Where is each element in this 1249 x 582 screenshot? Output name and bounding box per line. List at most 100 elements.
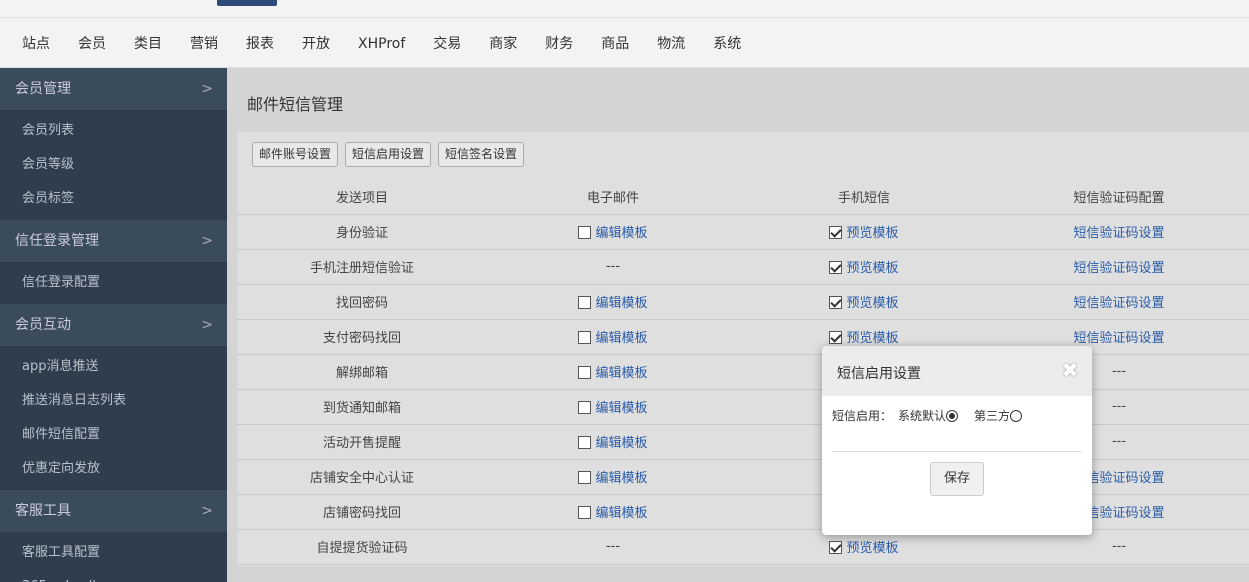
- save-button[interactable]: 保存: [930, 462, 984, 496]
- edit-template-link[interactable]: 编辑模板: [595, 401, 647, 416]
- sidebar-group[interactable]: 信任登录管理 >: [0, 220, 227, 262]
- nav-item[interactable]: 物流: [643, 30, 699, 58]
- sms-checkbox[interactable]: [829, 541, 843, 554]
- toolbar-button[interactable]: 短信启用设置: [345, 142, 432, 167]
- send-item-cell: 自提提货验证码: [237, 529, 487, 565]
- top-header: 站点 会员 类目 营销 报表 开放 XHProf 交易 商家 财务 商品 物流 系统: [0, 0, 1249, 68]
- sms-checkbox[interactable]: [829, 296, 843, 309]
- edit-template-link[interactable]: 编辑模板: [595, 436, 647, 451]
- sidebar-group-label: 信任登录管理: [15, 233, 99, 249]
- sms-cell: 预览模板: [739, 249, 989, 285]
- send-item-cell: 找回密码: [237, 284, 487, 320]
- nav-item[interactable]: 报表: [232, 30, 288, 58]
- sidebar-group[interactable]: 客服工具 >: [0, 490, 227, 532]
- sms-code-settings-link[interactable]: 短信验证码设置: [1073, 296, 1164, 311]
- sidebar-item[interactable]: 客服工具配置: [0, 536, 227, 570]
- preview-template-link[interactable]: 预览模板: [846, 261, 898, 276]
- preview-template-link[interactable]: 预览模板: [846, 226, 898, 241]
- edit-template-link[interactable]: 编辑模板: [595, 506, 647, 521]
- send-item-cell: 店铺安全中心认证: [237, 459, 487, 495]
- toolbar-button[interactable]: 邮件账号设置: [252, 142, 339, 167]
- dialog-header: 短信启用设置 ✖: [822, 346, 1092, 396]
- nav-item[interactable]: XHProf: [344, 30, 419, 58]
- nav-item[interactable]: 商家: [475, 30, 531, 58]
- preview-template-link[interactable]: 预览模板: [846, 541, 898, 556]
- sidebar-group-label: 会员互动: [15, 317, 71, 333]
- chevron-right-icon: >: [201, 317, 213, 333]
- code-config-cell: 短信验证码设置: [989, 284, 1249, 320]
- radio-third-party[interactable]: [1010, 409, 1023, 422]
- table-row: 支付密码找回 编辑模板 预览模板 短信验证码设置: [237, 319, 1249, 355]
- email-checkbox[interactable]: [578, 226, 592, 239]
- content-panel: 邮件账号设置 短信启用设置 短信签名设置 发送项目 电子邮件 手机短信 短信验证码配…: [237, 132, 1249, 566]
- sms-checkbox[interactable]: [829, 331, 843, 344]
- sidebar-item[interactable]: 优惠定向发放: [0, 452, 227, 486]
- email-cell: 编辑模板: [487, 389, 739, 425]
- sms-checkbox[interactable]: [829, 226, 843, 239]
- toolbar-button[interactable]: 短信签名设置: [438, 142, 525, 167]
- preview-template-link[interactable]: 预览模板: [846, 331, 898, 346]
- send-item-cell: 手机注册短信验证: [237, 249, 487, 285]
- nav-item[interactable]: 类目: [120, 30, 176, 58]
- edit-template-link[interactable]: 编辑模板: [595, 471, 647, 486]
- email-cell: 编辑模板: [487, 284, 739, 320]
- table-row: 店铺密码找回 编辑模板 短信验证码设置: [237, 494, 1249, 530]
- nav-item[interactable]: 商品: [587, 30, 643, 58]
- sidebar-item[interactable]: 会员列表: [0, 114, 227, 148]
- nav-item[interactable]: 交易: [419, 30, 475, 58]
- sidebar-group[interactable]: 会员互动 >: [0, 304, 227, 346]
- sidebar-item[interactable]: 邮件短信配置: [0, 418, 227, 452]
- radio-system-default[interactable]: [946, 409, 959, 422]
- email-checkbox[interactable]: [578, 471, 592, 484]
- send-item-cell: 解绑邮箱: [237, 354, 487, 390]
- nav-item[interactable]: 系统: [699, 30, 755, 58]
- option-third-party-label: 第三方: [974, 409, 1011, 423]
- email-cell: 编辑模板: [487, 214, 739, 250]
- sms-code-settings-link[interactable]: 短信验证码设置: [1073, 261, 1164, 276]
- dialog-title: 短信启用设置: [837, 366, 921, 382]
- send-item-cell: 身份验证: [237, 214, 487, 250]
- email-checkbox[interactable]: [578, 366, 592, 379]
- sidebar-item[interactable]: 推送消息日志列表: [0, 384, 227, 418]
- nav-item[interactable]: 财务: [531, 30, 587, 58]
- code-config-cell: 短信验证码设置: [989, 249, 1249, 285]
- nav-item[interactable]: 开放: [288, 30, 344, 58]
- email-cell: ---: [487, 529, 739, 565]
- empty-value: ---: [1111, 364, 1127, 379]
- column-header: 电子邮件: [487, 179, 739, 215]
- sms-code-settings-link[interactable]: 短信验证码设置: [1073, 331, 1164, 346]
- email-checkbox[interactable]: [578, 436, 592, 449]
- empty-value: ---: [605, 539, 621, 554]
- sidebar-item[interactable]: 信任登录配置: [0, 266, 227, 300]
- sms-checkbox[interactable]: [829, 261, 843, 274]
- email-cell: 编辑模板: [487, 494, 739, 530]
- sms-code-settings-link[interactable]: 短信验证码设置: [1073, 226, 1164, 241]
- table-row: 自提提货验证码 --- 预览模板 ---: [237, 529, 1249, 565]
- settings-table: 发送项目 电子邮件 手机短信 短信验证码配置 身份验证 编辑模板 预览模板 短信验证码…: [237, 179, 1249, 565]
- nav-item[interactable]: 会员: [64, 30, 120, 58]
- preview-template-link[interactable]: 预览模板: [846, 296, 898, 311]
- nav-item[interactable]: 站点: [8, 30, 64, 58]
- sidebar: 会员管理 > 会员列表 会员等级 会员标签 信任登录管理 > 信任登录配置 会员互动 > app消息…: [0, 68, 227, 582]
- sidebar-item[interactable]: 会员标签: [0, 182, 227, 216]
- sms-cell: 预览模板: [739, 214, 989, 250]
- email-checkbox[interactable]: [578, 331, 592, 344]
- sms-enable-dialog: 短信启用设置 ✖ 短信启用： 系统默认 第三方 保存: [822, 346, 1092, 535]
- email-checkbox[interactable]: [578, 506, 592, 519]
- edit-template-link[interactable]: 编辑模板: [595, 226, 647, 241]
- sidebar-item[interactable]: 会员等级: [0, 148, 227, 182]
- email-checkbox[interactable]: [578, 296, 592, 309]
- sidebar-group[interactable]: 会员管理 >: [0, 68, 227, 110]
- edit-template-link[interactable]: 编辑模板: [595, 331, 647, 346]
- edit-template-link[interactable]: 编辑模板: [595, 296, 647, 311]
- edit-template-link[interactable]: 编辑模板: [595, 366, 647, 381]
- close-icon[interactable]: ✖: [1060, 360, 1080, 380]
- nav-item[interactable]: 营销: [176, 30, 232, 58]
- table-row: 手机注册短信验证 --- 预览模板 短信验证码设置: [237, 249, 1249, 285]
- empty-value: ---: [1111, 434, 1127, 449]
- sidebar-item[interactable]: app消息推送: [0, 350, 227, 384]
- email-cell: 编辑模板: [487, 319, 739, 355]
- option-system-default-label: 系统默认: [898, 409, 947, 423]
- email-checkbox[interactable]: [578, 401, 592, 414]
- sidebar-item[interactable]: 365webcall: [0, 570, 227, 582]
